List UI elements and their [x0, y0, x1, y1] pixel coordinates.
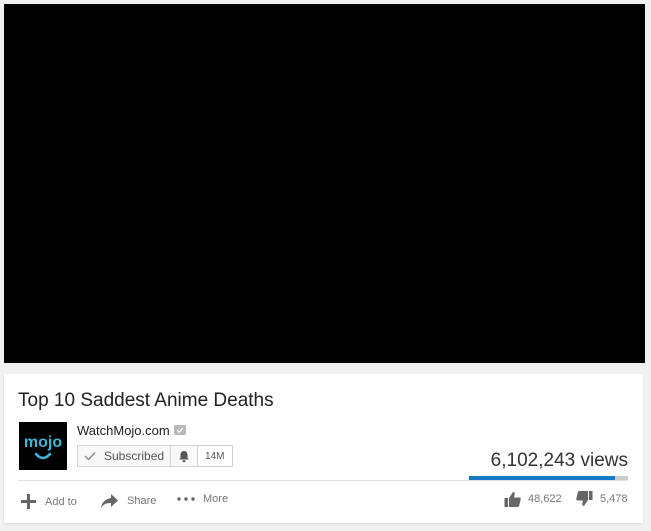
- thumbs-down-icon: [576, 491, 593, 506]
- like-count: 48,622: [528, 493, 562, 505]
- check-icon: [84, 452, 96, 461]
- channel-name-link[interactable]: WatchMojo.com: [77, 423, 170, 438]
- verified-icon: [174, 425, 186, 435]
- more-label: More: [203, 493, 229, 505]
- share-label: Share: [127, 495, 157, 507]
- channel-avatar[interactable]: mojo: [19, 422, 67, 470]
- video-player[interactable]: [4, 4, 645, 363]
- logo-wordmark: mojo: [24, 434, 62, 451]
- dislike-count: 5,478: [600, 493, 628, 505]
- video-info-card: Top 10 Saddest Anime Deaths mojo WatchMo…: [4, 374, 643, 523]
- share-button[interactable]: Share: [100, 493, 156, 509]
- share-arrow-icon: [101, 494, 118, 508]
- notification-bell-button[interactable]: [171, 445, 199, 467]
- more-dots-icon: [177, 497, 195, 501]
- add-to-label: Add to: [45, 495, 77, 508]
- add-to-button[interactable]: Add to: [20, 493, 77, 510]
- like-button[interactable]: 48,622: [504, 491, 562, 507]
- subscribe-label: Subscribed: [104, 449, 165, 463]
- mojo-logo-icon: mojo: [24, 434, 62, 460]
- bell-icon: [179, 450, 190, 462]
- thumbs-up-icon: [504, 492, 521, 507]
- more-button[interactable]: More: [177, 493, 228, 505]
- divider: [18, 480, 628, 481]
- view-count: 6,102,243 views: [490, 450, 628, 471]
- subscribe-group: Subscribed 14M: [77, 445, 233, 467]
- video-title: Top 10 Saddest Anime Deaths: [18, 390, 274, 411]
- dislike-button[interactable]: 5,478: [576, 491, 628, 507]
- plus-icon: [21, 494, 36, 509]
- subscriber-count: 14M: [198, 445, 233, 467]
- subscribe-button[interactable]: Subscribed: [77, 445, 172, 467]
